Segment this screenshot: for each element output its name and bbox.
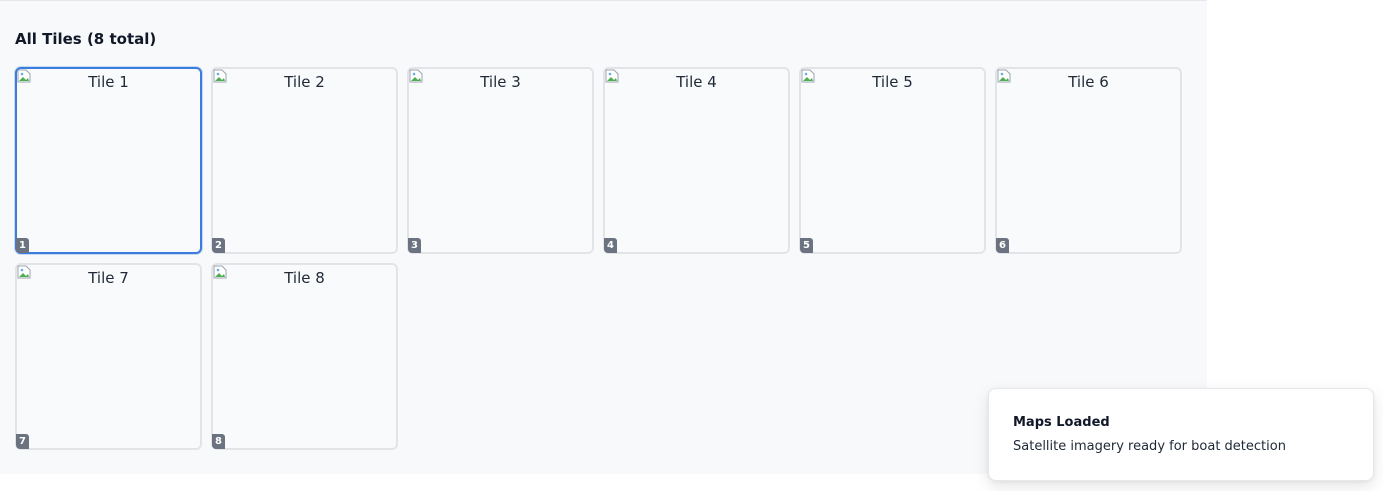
tile-card[interactable]: Tile 5 5 xyxy=(799,67,986,254)
tile-card[interactable]: Tile 2 2 xyxy=(211,67,398,254)
tile-alt-text: Tile 5 xyxy=(872,73,913,91)
tile-card[interactable]: Tile 3 3 xyxy=(407,67,594,254)
tile-card[interactable]: Tile 4 4 xyxy=(603,67,790,254)
tile-alt-text: Tile 6 xyxy=(1068,73,1109,91)
tile-card[interactable]: Tile 6 6 xyxy=(995,67,1182,254)
tile-number-badge: 2 xyxy=(212,238,225,253)
toast-title: Maps Loaded xyxy=(1013,415,1110,430)
tile-number-badge: 5 xyxy=(800,238,813,253)
tile-number-badge: 3 xyxy=(408,238,421,253)
tile-alt-text: Tile 3 xyxy=(480,73,521,91)
toast-notification[interactable]: Maps Loaded Satellite imagery ready for … xyxy=(988,388,1374,481)
tile-alt-text: Tile 2 xyxy=(284,73,325,91)
tile-card[interactable]: Tile 1 1 xyxy=(15,67,202,254)
tile-alt-text: Tile 4 xyxy=(676,73,717,91)
toast-description: Satellite imagery ready for boat detecti… xyxy=(1013,439,1286,454)
tile-number-badge: 4 xyxy=(604,238,617,253)
tile-alt-text: Tile 8 xyxy=(284,269,325,287)
tile-number-badge: 7 xyxy=(16,434,29,449)
section-title: All Tiles (8 total) xyxy=(15,30,157,48)
tile-number-badge: 8 xyxy=(212,434,225,449)
tile-number-badge: 1 xyxy=(16,238,29,253)
tile-card[interactable]: Tile 8 8 xyxy=(211,263,398,450)
tile-alt-text: Tile 7 xyxy=(88,269,129,287)
tile-number-badge: 6 xyxy=(996,238,1009,253)
tile-card[interactable]: Tile 7 7 xyxy=(15,263,202,450)
tile-alt-text: Tile 1 xyxy=(88,73,129,91)
